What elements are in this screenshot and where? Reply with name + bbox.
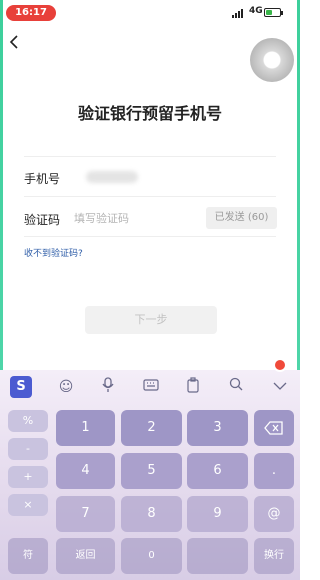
key-0[interactable]: 0 <box>121 538 182 574</box>
key-minus[interactable]: - <box>8 438 48 460</box>
key-1[interactable]: 1 <box>56 410 115 446</box>
key-5[interactable]: 5 <box>121 453 182 489</box>
floating-assistant-button[interactable] <box>250 38 294 82</box>
key-at[interactable]: @ <box>254 496 294 532</box>
divider <box>24 156 276 157</box>
key-4[interactable]: 4 <box>56 453 115 489</box>
numeric-keyboard: S ☺ % - + × 1 2 3 4 5 6 . 7 8 9 @ 符 返回 0 <box>0 358 300 580</box>
status-time: 16:17 <box>6 5 56 21</box>
network-label: 4G <box>249 6 263 16</box>
back-button[interactable] <box>8 34 28 54</box>
emoji-icon[interactable]: ☺ <box>56 377 76 397</box>
key-8[interactable]: 8 <box>121 496 182 532</box>
phone-label: 手机号 <box>24 172 61 186</box>
signal-icon <box>232 9 246 18</box>
divider <box>24 236 276 237</box>
key-dot[interactable]: . <box>254 453 294 489</box>
keyboard-toolbar: S ☺ <box>0 370 300 404</box>
backspace-key[interactable] <box>254 410 294 446</box>
phone-number-masked <box>86 171 138 183</box>
divider <box>24 196 276 197</box>
key-plus[interactable]: + <box>8 466 48 488</box>
next-step-button[interactable]: 下一步 <box>85 306 217 334</box>
key-7[interactable]: 7 <box>56 496 115 532</box>
microphone-icon[interactable] <box>98 377 118 397</box>
key-enter[interactable]: 换行 <box>254 538 294 574</box>
code-label: 验证码 <box>24 213 61 227</box>
keyboard-icon[interactable] <box>141 377 161 397</box>
search-icon[interactable] <box>226 377 246 397</box>
sogou-logo-icon[interactable]: S <box>10 376 32 398</box>
key-symbols[interactable]: 符 <box>8 538 48 574</box>
key-9[interactable]: 9 <box>187 496 248 532</box>
collapse-keyboard-icon[interactable] <box>270 377 290 397</box>
battery-icon <box>264 8 283 17</box>
key-times[interactable]: × <box>8 494 48 516</box>
status-bar: 16:17 4G <box>0 0 300 24</box>
clipboard-icon[interactable] <box>183 377 203 397</box>
backspace-icon <box>264 420 283 435</box>
resend-code-button[interactable]: 已发送 (60) <box>206 207 277 229</box>
page-title: 验证银行预留手机号 <box>77 104 222 123</box>
no-code-help-link[interactable]: 收不到验证码? <box>24 246 83 259</box>
key-3[interactable]: 3 <box>187 410 248 446</box>
key-6[interactable]: 6 <box>187 453 248 489</box>
chevron-left-icon <box>9 35 18 49</box>
key-percent[interactable]: % <box>8 410 48 432</box>
key-back[interactable]: 返回 <box>56 538 115 574</box>
key-2[interactable]: 2 <box>121 410 182 446</box>
verification-code-input[interactable] <box>74 208 194 228</box>
key-space[interactable] <box>187 538 248 574</box>
